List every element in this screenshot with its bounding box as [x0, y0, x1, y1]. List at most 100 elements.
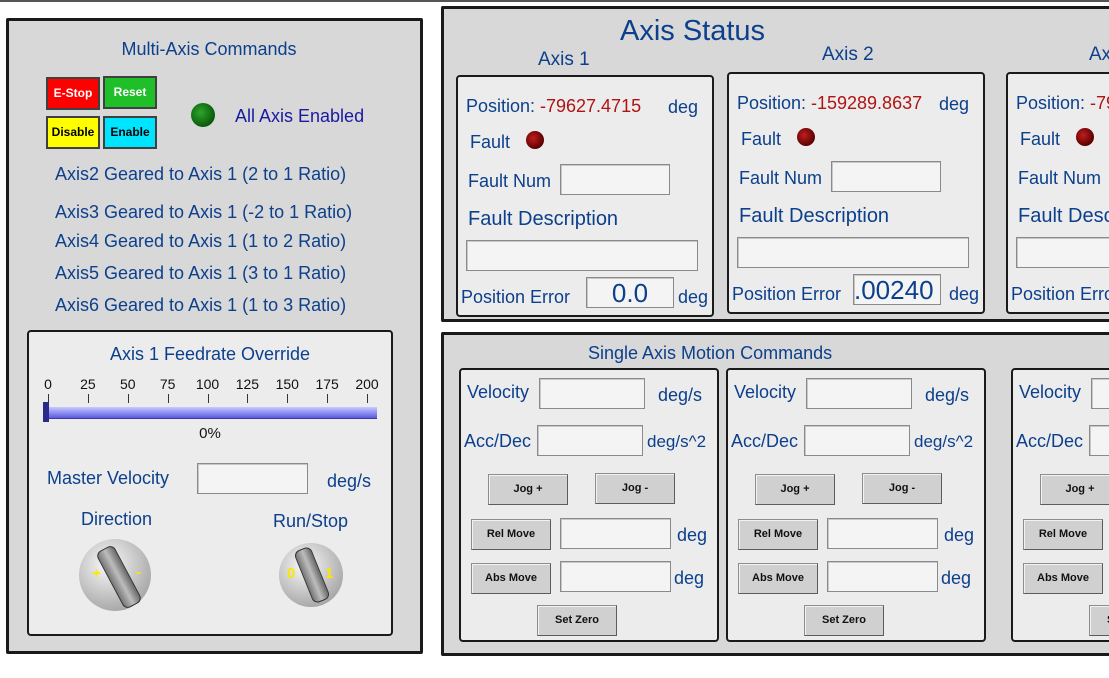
- jog-minus-button[interactable]: Jog -: [862, 473, 942, 504]
- abs-move-button[interactable]: Abs Move: [471, 563, 551, 594]
- runstop-knob[interactable]: 0 1: [279, 543, 343, 607]
- accdec-label: Acc/Dec: [731, 431, 799, 451]
- enable-button[interactable]: Enable: [103, 116, 157, 149]
- single-axis-title: Single Axis Motion Commands: [588, 343, 833, 363]
- axis-2-status-card: Position: -159289.8637 deg Fault Fault Num Fa…: [727, 72, 985, 314]
- velocity-label: Velocity: [467, 382, 530, 402]
- feedrate-tick-label: 25: [80, 376, 96, 392]
- fault-num-field[interactable]: [560, 164, 670, 195]
- feedrate-tick-label: 200: [355, 376, 379, 392]
- position-error-unit: deg: [949, 284, 980, 304]
- abs-move-button[interactable]: Abs Move: [738, 563, 818, 594]
- axis-status-panel: Axis Status Axis 1 Position: -79627.4715 de…: [441, 6, 1109, 322]
- fault-description-value: [738, 238, 968, 267]
- fault-label: Fault: [470, 132, 511, 152]
- estop-button[interactable]: E-Stop: [46, 77, 100, 110]
- jog-plus-button[interactable]: Jog +: [755, 474, 835, 505]
- jog-minus-button[interactable]: Jog -: [595, 473, 675, 504]
- position-label: Position:: [466, 96, 536, 116]
- rel-move-button[interactable]: Rel Move: [471, 519, 551, 550]
- feedrate-tick-label: 150: [275, 376, 299, 392]
- jog-plus-button[interactable]: Jog +: [1040, 474, 1109, 505]
- rel-move-unit: deg: [677, 525, 708, 545]
- fault-led-icon: [526, 131, 544, 149]
- rel-move-button[interactable]: Rel Move: [1023, 519, 1103, 550]
- position-value: -79: [1090, 93, 1109, 113]
- feedrate-slider-thumb[interactable]: [43, 402, 49, 422]
- position-error-value: .00240: [854, 275, 934, 305]
- accdec-input[interactable]: [1089, 425, 1109, 456]
- gearing-axis3: Axis3 Geared to Axis 1 (-2 to 1 Ratio): [55, 202, 353, 222]
- fault-num-value: [561, 165, 669, 194]
- feedrate-slider-track[interactable]: [43, 407, 377, 419]
- master-velocity-value: [198, 464, 307, 493]
- set-zero-button[interactable]: Set Zero: [804, 605, 884, 636]
- gearing-axis5: Axis5 Geared to Axis 1 (3 to 1 Ratio): [55, 263, 347, 283]
- axis-2-motion-clip: Velocity deg/s Acc/Dec deg/s^2 Jog + Jog - Rel…: [726, 368, 988, 644]
- gearing-axis2: Axis2 Geared to Axis 1 (2 to 1 Ratio): [55, 164, 347, 184]
- fault-led-icon: [797, 128, 815, 146]
- reset-button[interactable]: Reset: [103, 76, 157, 109]
- fault-description-field[interactable]: [466, 240, 698, 271]
- multi-axis-commands-panel: Multi-Axis Commands E-Stop Reset Disable…: [6, 18, 423, 654]
- feedrate-tick-label: 50: [119, 376, 136, 392]
- position-error-label: Position Error: [461, 287, 571, 307]
- velocity-input[interactable]: [539, 378, 645, 409]
- velocity-unit: deg/s: [925, 385, 970, 405]
- set-zero-button[interactable]: Set Zero: [537, 605, 617, 636]
- position-error-value: 0.0: [611, 278, 649, 308]
- velocity-unit: deg/s: [658, 385, 703, 405]
- axis-2-motion-card: Velocity deg/s Acc/Dec deg/s^2 Jog + Jog - Rel…: [726, 368, 986, 642]
- abs-move-input[interactable]: [560, 561, 671, 592]
- fault-description-value: [467, 241, 697, 270]
- runstop-label: Run/Stop: [273, 511, 349, 531]
- position-error-field[interactable]: .00240: [853, 274, 941, 305]
- disable-button[interactable]: Disable: [46, 116, 100, 149]
- axis-1-motion-card: Velocity deg/s Acc/Dec deg/s^2 Jog + Jog - Rel…: [459, 368, 719, 642]
- rel-move-input[interactable]: [560, 518, 671, 549]
- master-velocity-input[interactable]: [197, 463, 308, 494]
- velocity-label: Velocity: [1019, 382, 1082, 402]
- axis-3-motion-card: Velocitydeg/sAcc/Decdeg/s^2Jog +Jog -Rel…: [1011, 368, 1109, 642]
- axis-3-status-card: Position:-79degFaultFault NumFault Descr…: [1006, 72, 1109, 314]
- multi-axis-title: Multi-Axis Commands: [121, 39, 297, 59]
- master-velocity-label: Master Velocity: [47, 468, 170, 488]
- rel-move-button[interactable]: Rel Move: [738, 519, 818, 550]
- feedrate-tick-mark: [167, 394, 169, 403]
- direction-minus-label: -: [136, 564, 141, 581]
- position-error-label: Position Error: [732, 284, 842, 304]
- accdec-input[interactable]: [804, 425, 910, 456]
- abs-move-button[interactable]: Abs Move: [1023, 563, 1103, 594]
- fault-description-label: Fault Description: [739, 205, 890, 227]
- all-axis-enabled-status: All Axis Enabled: [235, 106, 365, 126]
- position-label: Position:: [1016, 93, 1086, 113]
- accdec-label: Acc/Dec: [464, 431, 532, 451]
- direction-knob[interactable]: + -: [79, 539, 151, 611]
- set-zero-button[interactable]: Set Zero: [1089, 605, 1109, 636]
- axis-2-name: Axis 2: [822, 44, 874, 65]
- fault-led-icon: [1076, 128, 1094, 146]
- master-velocity-unit: deg/s: [327, 471, 372, 491]
- all-axis-enabled-led-icon: [191, 103, 215, 127]
- fault-num-label: Fault Num: [739, 168, 823, 188]
- abs-move-input[interactable]: [827, 561, 938, 592]
- accdec-input[interactable]: [537, 425, 643, 456]
- feedrate-tick-mark: [287, 394, 289, 403]
- fault-label: Fault: [741, 129, 782, 149]
- velocity-input[interactable]: [1091, 378, 1109, 409]
- position-value: -159289.8637: [811, 93, 923, 113]
- position-label: Position:: [737, 93, 807, 113]
- fault-num-field[interactable]: [831, 161, 941, 192]
- accdec-unit: deg/s^2: [647, 432, 707, 451]
- axis-1-name: Axis 1: [538, 49, 590, 70]
- fault-description-field[interactable]: [737, 237, 969, 268]
- fault-description-label: Fault Description: [468, 208, 619, 230]
- position-error-field[interactable]: 0.0: [586, 277, 674, 308]
- jog-plus-button[interactable]: Jog +: [488, 474, 568, 505]
- rel-move-input[interactable]: [827, 518, 938, 549]
- abs-move-unit: deg: [941, 568, 972, 588]
- feedrate-tick-label: 0: [44, 376, 52, 392]
- gearing-axis4: Axis4 Geared to Axis 1 (1 to 2 Ratio): [55, 231, 347, 251]
- fault-description-field[interactable]: [1016, 237, 1109, 268]
- velocity-input[interactable]: [806, 378, 912, 409]
